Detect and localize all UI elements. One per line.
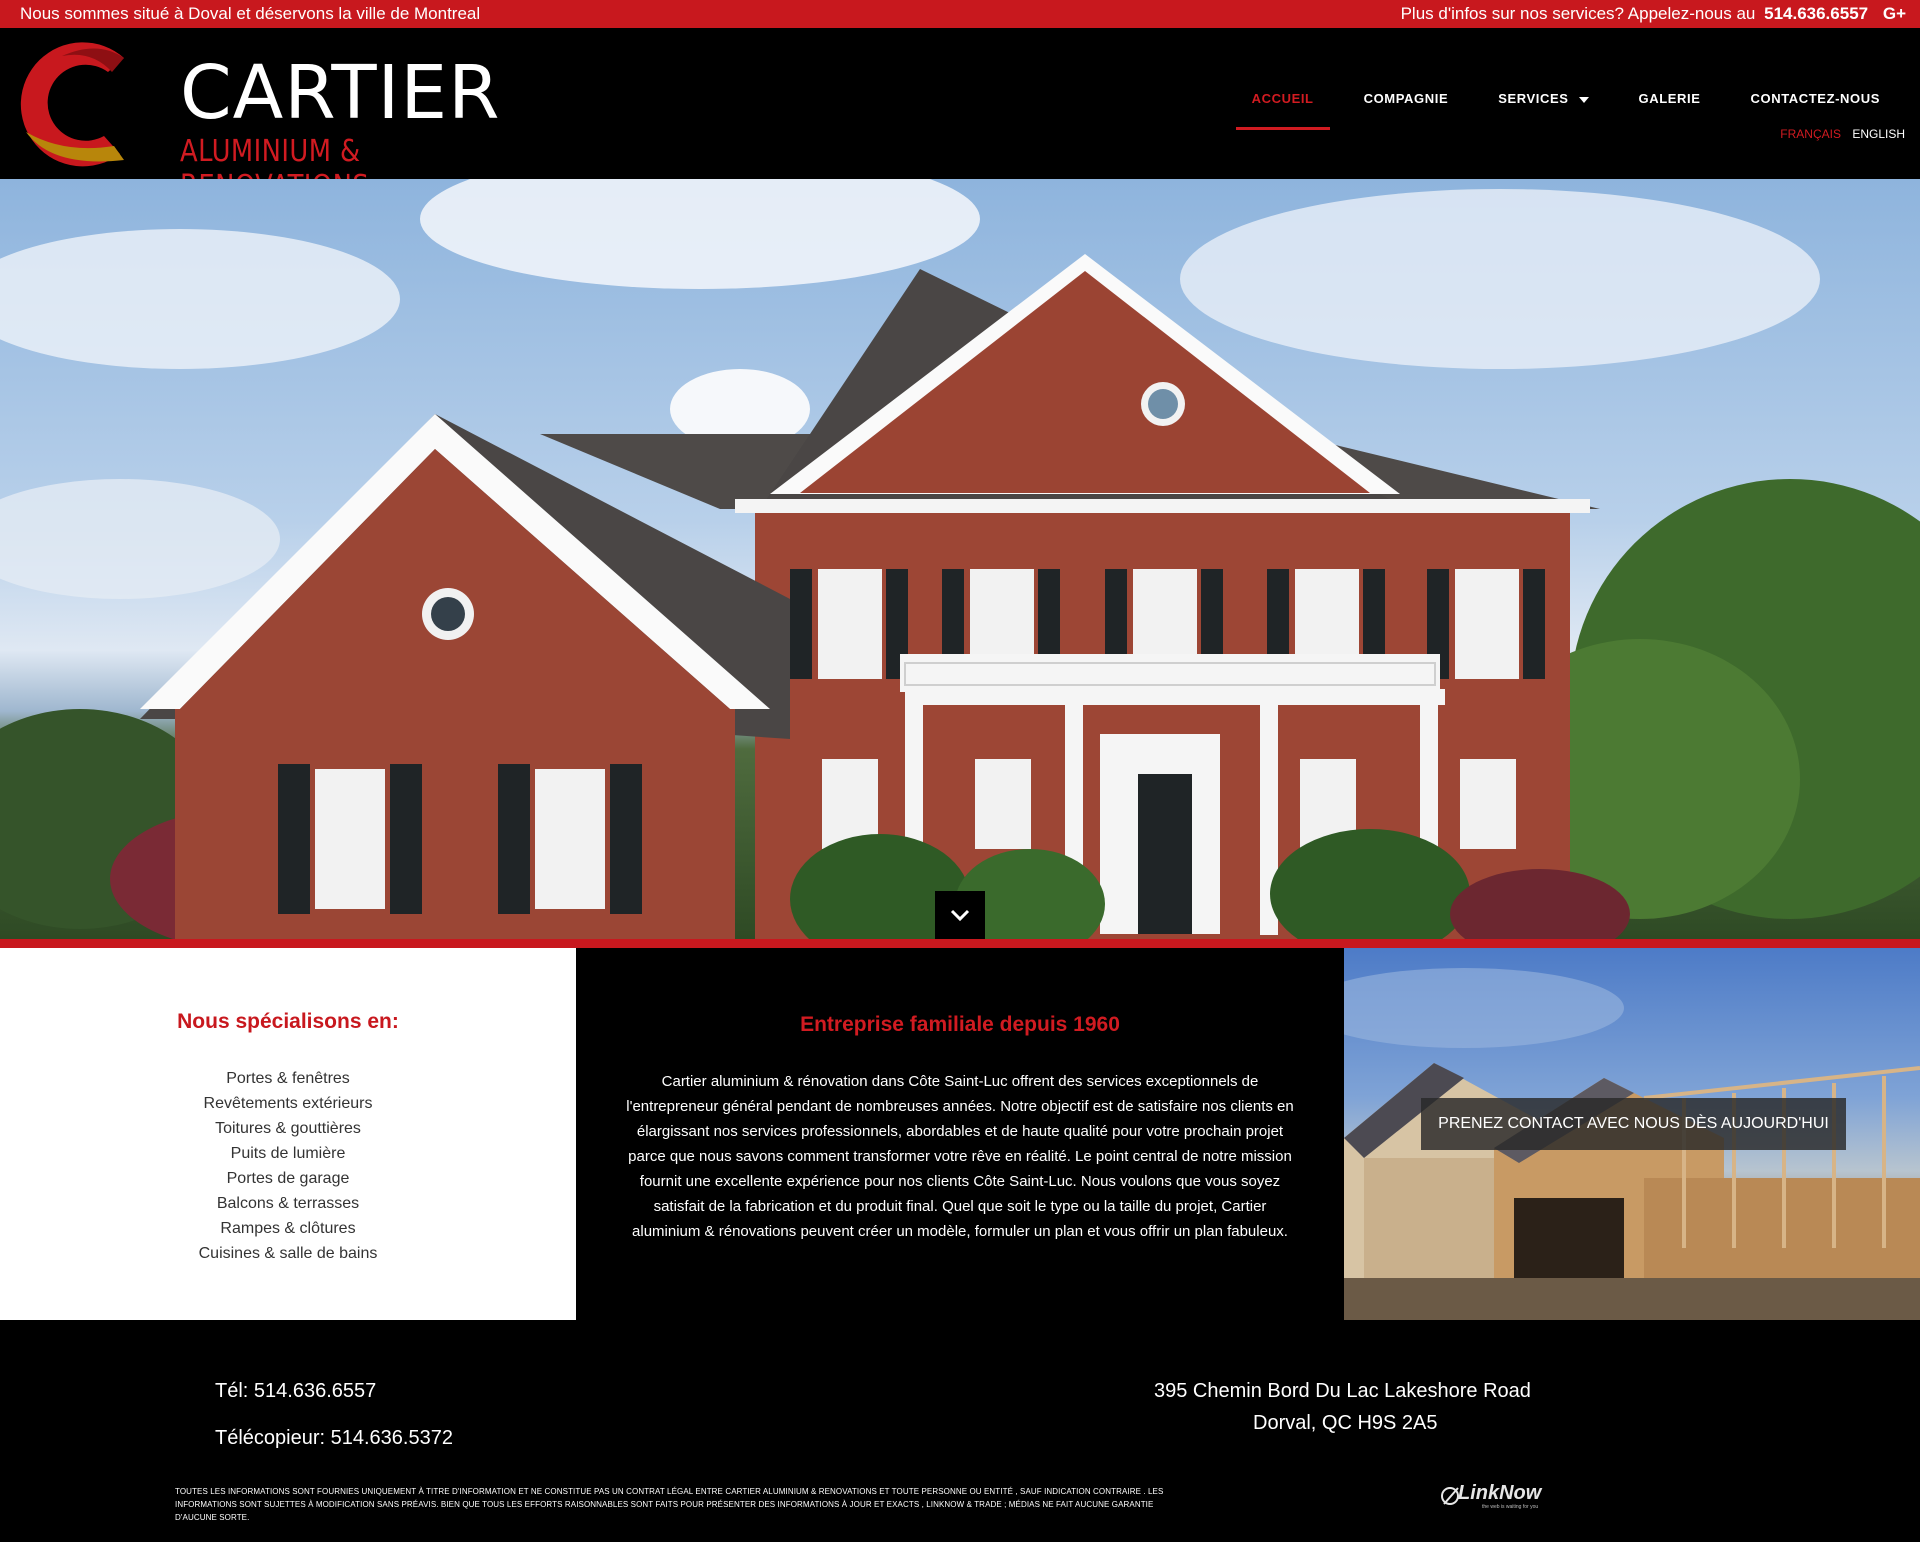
specialties-title: Nous spécialisons en: — [177, 1010, 399, 1033]
list-item: Portes de garage — [226, 1170, 350, 1187]
footer-fax: Télécopieur: 514.636.5372 — [215, 1427, 453, 1449]
content-section: Nous spécialisons en: Portes & fenêtres … — [0, 948, 1920, 1320]
about-panel: Entreprise familiale depuis 1960 Cartier… — [576, 948, 1344, 1320]
top-info-bar: Nous sommes situé à Doval et déservons l… — [0, 0, 1920, 28]
footer-address-line1: 395 Chemin Bord Du Lac Lakeshore Road — [1154, 1380, 1531, 1402]
location-text: Nous sommes situé à Doval et déservons l… — [20, 4, 481, 23]
caret-down-icon — [1578, 96, 1589, 103]
phone-link[interactable]: 514.636.6557 — [1764, 4, 1868, 23]
list-item: Balcons & terrasses — [216, 1195, 360, 1212]
call-info: Plus d'infos sur nos services? Appelez-n… — [1401, 4, 1906, 24]
list-item: Revêtements extérieurs — [203, 1095, 373, 1112]
nav-galerie[interactable]: GALERIE — [1623, 60, 1717, 130]
brand-name: LinkNow — [1458, 1482, 1542, 1504]
linknow-logo[interactable]: LinkNow the web is waiting for you — [1440, 1478, 1546, 1510]
nav-contactez-nous[interactable]: CONTACTEZ-NOUS — [1735, 60, 1896, 130]
about-body: Cartier aluminium & rénovation dans Côte… — [626, 1073, 1294, 1240]
hero-divider — [0, 939, 1920, 948]
scroll-down-button[interactable] — [935, 891, 985, 939]
nav-services-label: SERVICES — [1498, 91, 1569, 106]
logo-title: CARTIER — [180, 50, 501, 136]
house-illustration — [0, 179, 1920, 939]
main-nav: ACCUEIL COMPAGNIE SERVICES GALERIE CONTA… — [1218, 60, 1896, 130]
chevron-down-icon — [950, 909, 970, 922]
footer-phone[interactable]: Tél: 514.636.6557 — [215, 1380, 376, 1403]
logo[interactable]: CARTIER ALUMINIUM & RENOVATIONS — [12, 36, 522, 204]
lang-english[interactable]: ENGLISH — [1852, 127, 1905, 141]
about-title: Entreprise familiale depuis 1960 — [800, 1013, 1120, 1036]
nav-compagnie[interactable]: COMPAGNIE — [1348, 60, 1465, 130]
hero-house-image — [0, 179, 1920, 939]
footer-address-line2: Dorval, QC H9S 2A5 — [1253, 1412, 1438, 1434]
lang-francais[interactable]: FRANÇAIS — [1780, 127, 1841, 141]
site-footer: Tél: 514.636.6557 Télécopieur: 514.636.5… — [0, 1320, 1920, 1542]
language-switcher: FRANÇAIS ENGLISH — [1772, 127, 1905, 141]
google-plus-icon[interactable]: G+ — [1883, 4, 1906, 23]
list-item: Toitures & gouttières — [215, 1120, 361, 1137]
nav-services[interactable]: SERVICES — [1482, 60, 1604, 130]
specialties-list: Portes & fenêtres Revêtements extérieurs… — [0, 1066, 576, 1266]
list-item: Puits de lumière — [230, 1145, 346, 1162]
list-item: Portes & fenêtres — [226, 1070, 350, 1087]
logo-c-mark-icon — [20, 42, 125, 167]
nav-accueil[interactable]: ACCUEIL — [1235, 60, 1330, 130]
specialties-panel: Nous spécialisons en: Portes & fenêtres … — [0, 948, 576, 1320]
contact-cta-button[interactable]: PRENEZ CONTACT AVEC NOUS DÈS AUJOURD'HUI — [1421, 1098, 1846, 1150]
call-text: Plus d'infos sur nos services? Appelez-n… — [1400, 4, 1756, 23]
list-item: Rampes & clôtures — [220, 1220, 356, 1237]
site-header: CARTIER ALUMINIUM & RENOVATIONS ACCUEIL … — [0, 28, 1920, 204]
legal-disclaimer: Toutes les informations sont fournies un… — [175, 1487, 1164, 1522]
brand-tagline: the web is waiting for you — [1482, 1504, 1539, 1510]
contact-panel: PRENEZ CONTACT AVEC NOUS DÈS AUJOURD'HUI — [1344, 948, 1920, 1320]
list-item: Cuisines & salle de bains — [198, 1245, 378, 1262]
